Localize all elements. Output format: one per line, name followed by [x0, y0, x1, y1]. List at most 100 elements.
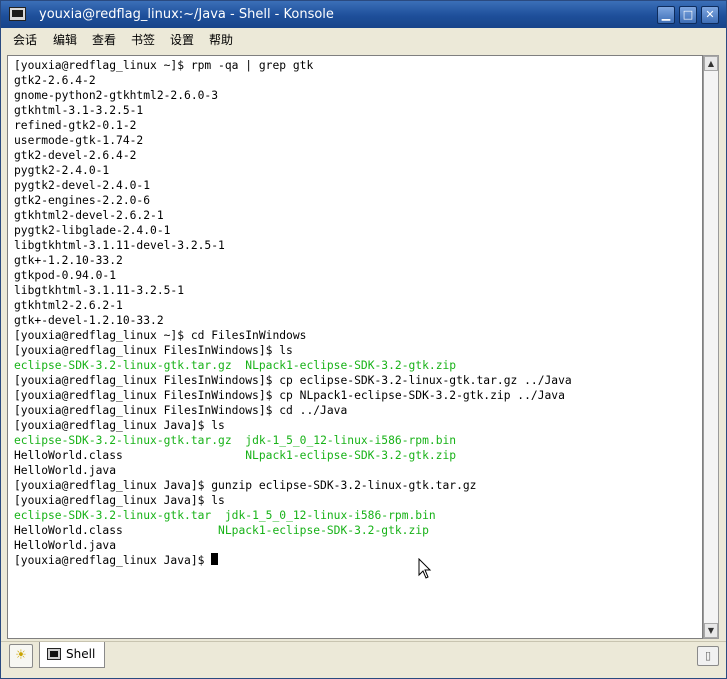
terminal-text-segment: gtkhtml2-2.6.2-1 [14, 299, 123, 312]
menu-session[interactable]: 会话 [13, 31, 37, 48]
mouse-pointer-icon [418, 558, 432, 579]
window-title: youxia@redflag_linux:~/Java - Shell - Ko… [39, 7, 334, 22]
terminal-line: gtk+-1.2.10-33.2 [14, 253, 572, 268]
terminal-line: [youxia@redflag_linux ~]$ rpm -qa | grep… [14, 58, 572, 73]
terminal-text-segment: [youxia@redflag_linux FilesInWindows]$ c… [14, 404, 348, 417]
terminal-line: gtk2-engines-2.2.0-6 [14, 193, 572, 208]
terminal-line: gtkpod-0.94.0-1 [14, 268, 572, 283]
terminal-line: gtk+-devel-1.2.10-33.2 [14, 313, 572, 328]
terminal-text-segment: pygtk2-2.4.0-1 [14, 164, 110, 177]
text-cursor [211, 553, 219, 565]
terminal-text-segment: libgtkhtml-3.1.11-3.2.5-1 [14, 284, 185, 297]
terminal-line: [youxia@redflag_linux ~]$ cd FilesInWind… [14, 328, 572, 343]
terminal-line: usermode-gtk-1.74-2 [14, 133, 572, 148]
terminal-text-segment: [youxia@redflag_linux Java]$ [14, 554, 212, 567]
terminal-text-segment: gnome-python2-gtkhtml2-2.6.0-3 [14, 89, 219, 102]
terminal-line: gtkhtml-3.1-3.2.5-1 [14, 103, 572, 118]
terminal-text-segment: [youxia@redflag_linux ~]$ rpm -qa | grep… [14, 59, 314, 72]
title-bar[interactable]: youxia@redflag_linux:~/Java - Shell - Ko… [1, 1, 726, 28]
terminal-text-segment: gtkhtml-3.1-3.2.5-1 [14, 104, 144, 117]
scroll-down-arrow-icon[interactable]: ▼ [704, 623, 718, 638]
maximize-button[interactable]: □ [679, 6, 697, 24]
terminal-text-segment: libgtkhtml-3.1.11-devel-3.2.5-1 [14, 239, 225, 252]
terminal-line: [youxia@redflag_linux FilesInWindows]$ c… [14, 403, 572, 418]
session-tab-bar: ☀ Shell ▯ [1, 641, 726, 678]
close-button[interactable]: ✕ [701, 6, 719, 24]
terminal-text-segment: refined-gtk2-0.1-2 [14, 119, 137, 132]
terminal-line: pygtk2-2.4.0-1 [14, 163, 572, 178]
file-name: jdk-1_5_0_12-linux-i586-rpm.bin [224, 509, 436, 522]
terminal-text-segment: gtk+-devel-1.2.10-33.2 [14, 314, 164, 327]
menu-help[interactable]: 帮助 [209, 31, 233, 48]
terminal-line: HelloWorld.class NLpack1-eclipse-SDK-3.2… [14, 448, 572, 463]
terminal-line: HelloWorld.java [14, 538, 572, 553]
terminal-text-segment: usermode-gtk-1.74-2 [14, 134, 144, 147]
terminal-line: gtkhtml2-2.6.2-1 [14, 298, 572, 313]
tab-shell-label: Shell [66, 647, 96, 661]
terminal-line: pygtk2-libglade-2.4.0-1 [14, 223, 572, 238]
minimize-button[interactable]: ▁ [657, 6, 675, 24]
terminal-line: pygtk2-devel-2.4.0-1 [14, 178, 572, 193]
terminal-text-segment: [youxia@redflag_linux Java]$ gunzip ecli… [14, 479, 477, 492]
terminal-line: libgtkhtml-3.1.11-devel-3.2.5-1 [14, 238, 572, 253]
terminal-text-segment: HelloWorld.class [14, 449, 246, 462]
terminal-line: gtk2-2.6.4-2 [14, 73, 572, 88]
terminal-text-segment: [youxia@redflag_linux FilesInWindows]$ c… [14, 374, 572, 387]
terminal-text-segment: gtkpod-0.94.0-1 [14, 269, 117, 282]
file-name: eclipse-SDK-3.2-linux-gtk.tar.gz [14, 434, 232, 447]
terminal-line: [youxia@redflag_linux FilesInWindows]$ c… [14, 373, 572, 388]
terminal-line: [youxia@redflag_linux FilesInWindows]$ c… [14, 388, 572, 403]
terminal-text-segment: gtk+-1.2.10-33.2 [14, 254, 123, 267]
file-name: NLpack1-eclipse-SDK-3.2-gtk.zip [218, 524, 429, 537]
terminal-icon [47, 648, 61, 660]
terminal-line: [youxia@redflag_linux FilesInWindows]$ l… [14, 343, 572, 358]
terminal-text-segment: pygtk2-devel-2.4.0-1 [14, 179, 151, 192]
terminal-text-segment: [youxia@redflag_linux FilesInWindows]$ c… [14, 389, 565, 402]
terminal-line: [youxia@redflag_linux Java]$ ls [14, 493, 572, 508]
menu-bookmarks[interactable]: 书签 [131, 31, 155, 48]
vertical-scrollbar[interactable]: ▲ ▼ [703, 55, 719, 639]
menu-view[interactable]: 查看 [92, 31, 116, 48]
terminal-line: gtk2-devel-2.6.4-2 [14, 148, 572, 163]
terminal-text: [youxia@redflag_linux ~]$ rpm -qa | grep… [14, 58, 572, 568]
terminal-text-segment: pygtk2-libglade-2.4.0-1 [14, 224, 171, 237]
new-session-icon[interactable]: ☀ [9, 644, 33, 668]
file-name: NLpack1-eclipse-SDK-3.2-gtk.zip [245, 449, 457, 462]
terminal-line: [youxia@redflag_linux Java]$ gunzip ecli… [14, 478, 572, 493]
terminal-text-segment: HelloWorld.class [14, 524, 219, 537]
terminal-icon[interactable] [9, 7, 26, 21]
terminal-line: [youxia@redflag_linux Java]$ [14, 553, 572, 568]
terminal-line: gtkhtml2-devel-2.6.2-1 [14, 208, 572, 223]
terminal-line: eclipse-SDK-3.2-linux-gtk.tar jdk-1_5_0_… [14, 508, 572, 523]
terminal-line: [youxia@redflag_linux Java]$ ls [14, 418, 572, 433]
konsole-window: youxia@redflag_linux:~/Java - Shell - Ko… [0, 0, 727, 679]
scroll-up-arrow-icon[interactable]: ▲ [704, 56, 718, 71]
file-name: jdk-1_5_0_12-linux-i586-rpm.bin [245, 434, 457, 447]
terminal-line: HelloWorld.java [14, 463, 572, 478]
terminal-text-segment: [youxia@redflag_linux FilesInWindows]$ l… [14, 344, 293, 357]
file-name: eclipse-SDK-3.2-linux-gtk.tar [14, 509, 212, 522]
tab-shell[interactable]: Shell [39, 642, 105, 668]
menu-bar: 会话 编辑 查看 书签 设置 帮助 [1, 28, 726, 50]
terminal-output[interactable]: [youxia@redflag_linux ~]$ rpm -qa | grep… [7, 55, 703, 639]
terminal-text-segment: [youxia@redflag_linux Java]$ ls [14, 494, 225, 507]
menu-settings[interactable]: 设置 [170, 31, 194, 48]
terminal-line: libgtkhtml-3.1.11-3.2.5-1 [14, 283, 572, 298]
terminal-line: gnome-python2-gtkhtml2-2.6.0-3 [14, 88, 572, 103]
terminal-text-segment: gtk2-2.6.4-2 [14, 74, 96, 87]
close-session-icon[interactable]: ▯ [697, 646, 719, 666]
terminal-text-segment: [youxia@redflag_linux ~]$ cd FilesInWind… [14, 329, 307, 342]
terminal-line: eclipse-SDK-3.2-linux-gtk.tar.gz jdk-1_5… [14, 433, 572, 448]
terminal-text-segment: gtk2-devel-2.6.4-2 [14, 149, 137, 162]
terminal-text-segment: gtk2-engines-2.2.0-6 [14, 194, 151, 207]
file-name: NLpack1-eclipse-SDK-3.2-gtk.zip [245, 359, 457, 372]
terminal-line: eclipse-SDK-3.2-linux-gtk.tar.gz NLpack1… [14, 358, 572, 373]
terminal-line: HelloWorld.class NLpack1-eclipse-SDK-3.2… [14, 523, 572, 538]
terminal-line: refined-gtk2-0.1-2 [14, 118, 572, 133]
menu-edit[interactable]: 编辑 [53, 31, 77, 48]
terminal-text-segment: gtkhtml2-devel-2.6.2-1 [14, 209, 164, 222]
terminal-text-segment: HelloWorld.java [14, 539, 117, 552]
